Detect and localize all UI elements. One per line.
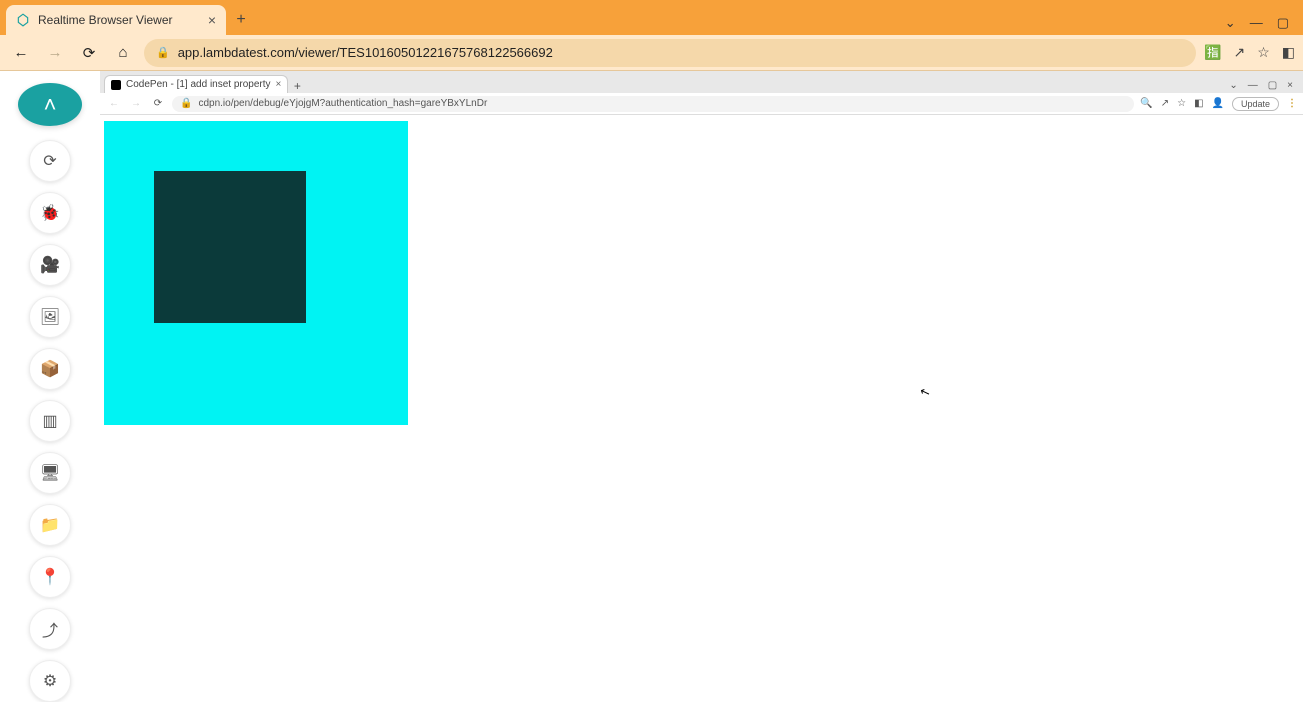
upload-icon[interactable]: ⤴: [29, 608, 71, 650]
lock-icon: 🔒: [180, 98, 192, 109]
box-icon[interactable]: 📦: [29, 348, 71, 390]
inner-url-text: cdpn.io/pen/debug/eYjojgM?authentication…: [198, 98, 487, 109]
new-tab-button[interactable]: +: [226, 5, 256, 35]
collapse-button[interactable]: ˄: [18, 83, 82, 126]
inner-tabstrip: CodePen - [1] add inset property × + ⌄ —…: [100, 71, 1303, 93]
back-button[interactable]: ←: [8, 40, 34, 66]
chevron-up-icon: ˄: [44, 92, 57, 118]
bug-icon[interactable]: 🐞: [29, 192, 71, 234]
outer-tab-title: Realtime Browser Viewer: [38, 13, 200, 27]
chevron-down-icon[interactable]: ⌄: [1229, 80, 1237, 91]
outer-tab-active[interactable]: Realtime Browser Viewer ×: [6, 5, 226, 35]
inner-toolbar: ← → ⟳ 🔒 cdpn.io/pen/debug/eYjojgM?authen…: [100, 93, 1303, 115]
inner-forward-button[interactable]: →: [128, 98, 144, 109]
outer-cyan-box: [104, 121, 408, 425]
profile-icon[interactable]: 👤: [1212, 98, 1224, 109]
remote-viewer: CodePen - [1] add inset property × + ⌄ —…: [100, 71, 1303, 702]
switch-icon[interactable]: ⟳: [29, 140, 71, 182]
zoom-icon[interactable]: 🔍: [1140, 98, 1152, 109]
inner-back-button[interactable]: ←: [106, 98, 122, 109]
codepen-favicon-icon: [111, 80, 121, 90]
maximize-icon[interactable]: ▢: [1268, 80, 1277, 91]
minimize-icon[interactable]: —: [1248, 80, 1258, 91]
reload-button[interactable]: ⟳: [76, 40, 102, 66]
lock-icon: 🔒: [156, 46, 170, 59]
star-icon[interactable]: ☆: [1177, 98, 1186, 109]
chevron-down-icon[interactable]: ⌄: [1225, 15, 1236, 31]
outer-window-controls: ⌄ — ▢: [1225, 15, 1297, 35]
forward-button[interactable]: →: [42, 40, 68, 66]
inner-page-content[interactable]: ↖: [100, 115, 1303, 702]
close-icon[interactable]: ×: [276, 79, 282, 90]
cursor-icon: ↖: [918, 384, 932, 401]
inner-tab-title: CodePen - [1] add inset property: [126, 79, 271, 90]
folder-icon[interactable]: 📁: [29, 504, 71, 546]
gear-icon[interactable]: ⚙: [29, 660, 71, 702]
inner-window-controls: ⌄ — ▢ ×: [1229, 80, 1299, 93]
star-icon[interactable]: ☆: [1257, 44, 1270, 61]
lambdatest-favicon-icon: [16, 13, 30, 27]
update-button[interactable]: Update: [1232, 97, 1279, 111]
gallery-icon[interactable]: 🖼: [29, 296, 71, 338]
side-panel-icon[interactable]: ◧: [1194, 98, 1203, 109]
translate-icon[interactable]: 🈯: [1204, 44, 1221, 61]
inner-dark-box: [154, 171, 306, 323]
inner-tab-active[interactable]: CodePen - [1] add inset property ×: [104, 75, 288, 93]
outer-url-text: app.lambdatest.com/viewer/TES10160501221…: [178, 45, 553, 60]
location-icon[interactable]: 📍: [29, 556, 71, 598]
outer-address-bar[interactable]: 🔒 app.lambdatest.com/viewer/TES101605012…: [144, 39, 1196, 67]
share-icon[interactable]: ↗: [1233, 44, 1245, 61]
close-icon[interactable]: ×: [1287, 80, 1293, 91]
lambdatest-sidebar: ˄ ⟳ 🐞 🎥 🖼 📦 ▥ 🖥 📁 📍 ⤴ ⚙: [0, 71, 100, 702]
minimize-icon[interactable]: —: [1250, 15, 1263, 31]
inner-new-tab-button[interactable]: +: [288, 79, 306, 93]
outer-tabstrip: Realtime Browser Viewer × + ⌄ — ▢: [0, 0, 1303, 35]
outer-toolbar: ← → ⟳ ⌂ 🔒 app.lambdatest.com/viewer/TES1…: [0, 35, 1303, 71]
inner-address-bar[interactable]: 🔒 cdpn.io/pen/debug/eYjojgM?authenticati…: [172, 96, 1134, 112]
home-button[interactable]: ⌂: [110, 40, 136, 66]
share-icon[interactable]: ↗: [1161, 98, 1169, 109]
monitor-icon[interactable]: 🖥: [29, 452, 71, 494]
outer-content: ˄ ⟳ 🐞 🎥 🖼 📦 ▥ 🖥 📁 📍 ⤴ ⚙ CodePen - [1] add inset pr…: [0, 71, 1303, 702]
close-icon[interactable]: ×: [208, 12, 216, 28]
inner-reload-button[interactable]: ⟳: [150, 98, 166, 109]
video-icon[interactable]: 🎥: [29, 244, 71, 286]
side-panel-icon[interactable]: ◧: [1282, 44, 1295, 61]
maximize-icon[interactable]: ▢: [1277, 15, 1289, 31]
kebab-menu-icon[interactable]: ⋮: [1287, 98, 1297, 109]
layout-icon[interactable]: ▥: [29, 400, 71, 442]
